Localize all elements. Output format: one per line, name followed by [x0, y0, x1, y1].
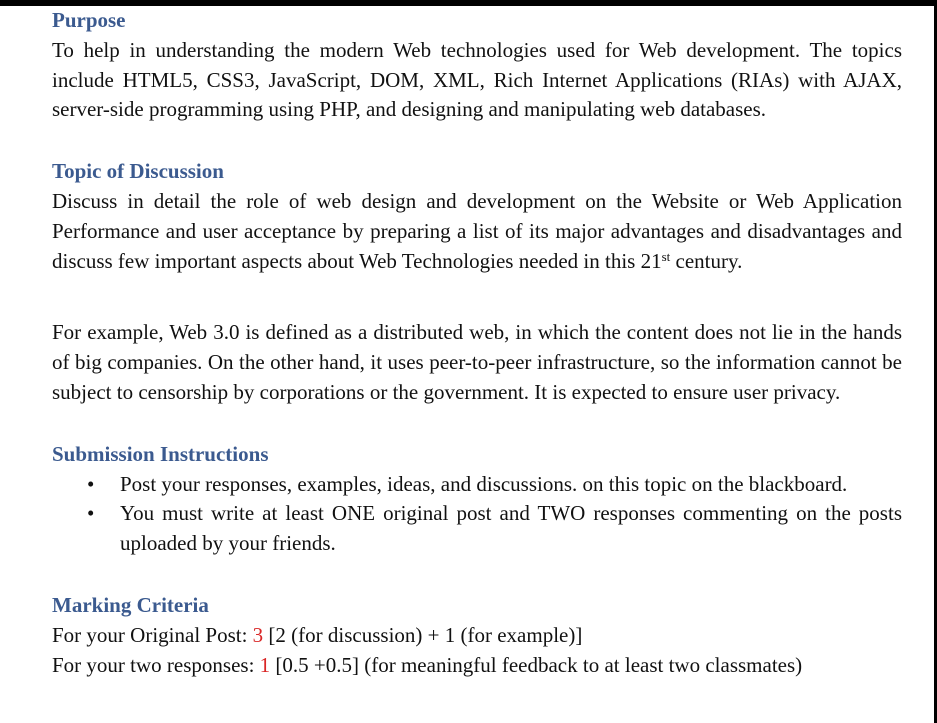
marking-points: 3 — [252, 622, 264, 647]
purpose-heading: Purpose — [52, 8, 126, 32]
marking-label: For your two responses: — [52, 652, 260, 677]
bullet-icon: • — [87, 471, 95, 496]
bullet-icon: • — [87, 501, 95, 526]
marking-label: For your Original Post: — [52, 622, 253, 647]
submission-heading: Submission Instructions — [52, 441, 269, 466]
submission-list: • Post your responses, examples, ideas, a… — [52, 470, 902, 559]
marking-line-responses: For your two responses: 1 [0.5 +0.5] (fo… — [52, 651, 902, 681]
marking-breakdown: [2 (for discussion) + 1 (for example)] — [263, 622, 583, 647]
list-item-text: You must write at least ONE original pos… — [120, 501, 902, 556]
marking-breakdown: [0.5 +0.5] (for meaningful feedback to a… — [270, 652, 803, 677]
purpose-text: To help in understanding the modern Web … — [52, 37, 902, 122]
marking-heading: Marking Criteria — [52, 592, 209, 617]
list-item: • Post your responses, examples, ideas, a… — [52, 470, 902, 500]
topic-text-end: century. — [670, 248, 743, 273]
marking-section: Marking Criteria For your Original Post:… — [52, 591, 902, 680]
list-item-text: Post your responses, examples, ideas, an… — [120, 471, 848, 496]
purpose-section: Purpose To help in understanding the mod… — [52, 6, 902, 125]
list-item: • You must write at least ONE original po… — [52, 499, 902, 559]
marking-points: 1 — [259, 652, 271, 677]
example-text: For example, Web 3.0 is defined as a dis… — [52, 320, 902, 404]
topic-text-main: Discuss in detail the role of web design… — [52, 188, 902, 273]
topic-text: Discuss in detail the role of web design… — [52, 187, 902, 276]
topic-section: Topic of Discussion Discuss in detail th… — [52, 157, 902, 408]
marking-line-original-post: For your Original Post: 3 [2 (for discus… — [52, 621, 902, 651]
submission-section: Submission Instructions • Post your respo… — [52, 440, 902, 559]
ordinal-superscript: st — [661, 248, 671, 264]
document-body: Purpose To help in understanding the mod… — [52, 6, 902, 680]
topic-heading: Topic of Discussion — [52, 159, 224, 184]
